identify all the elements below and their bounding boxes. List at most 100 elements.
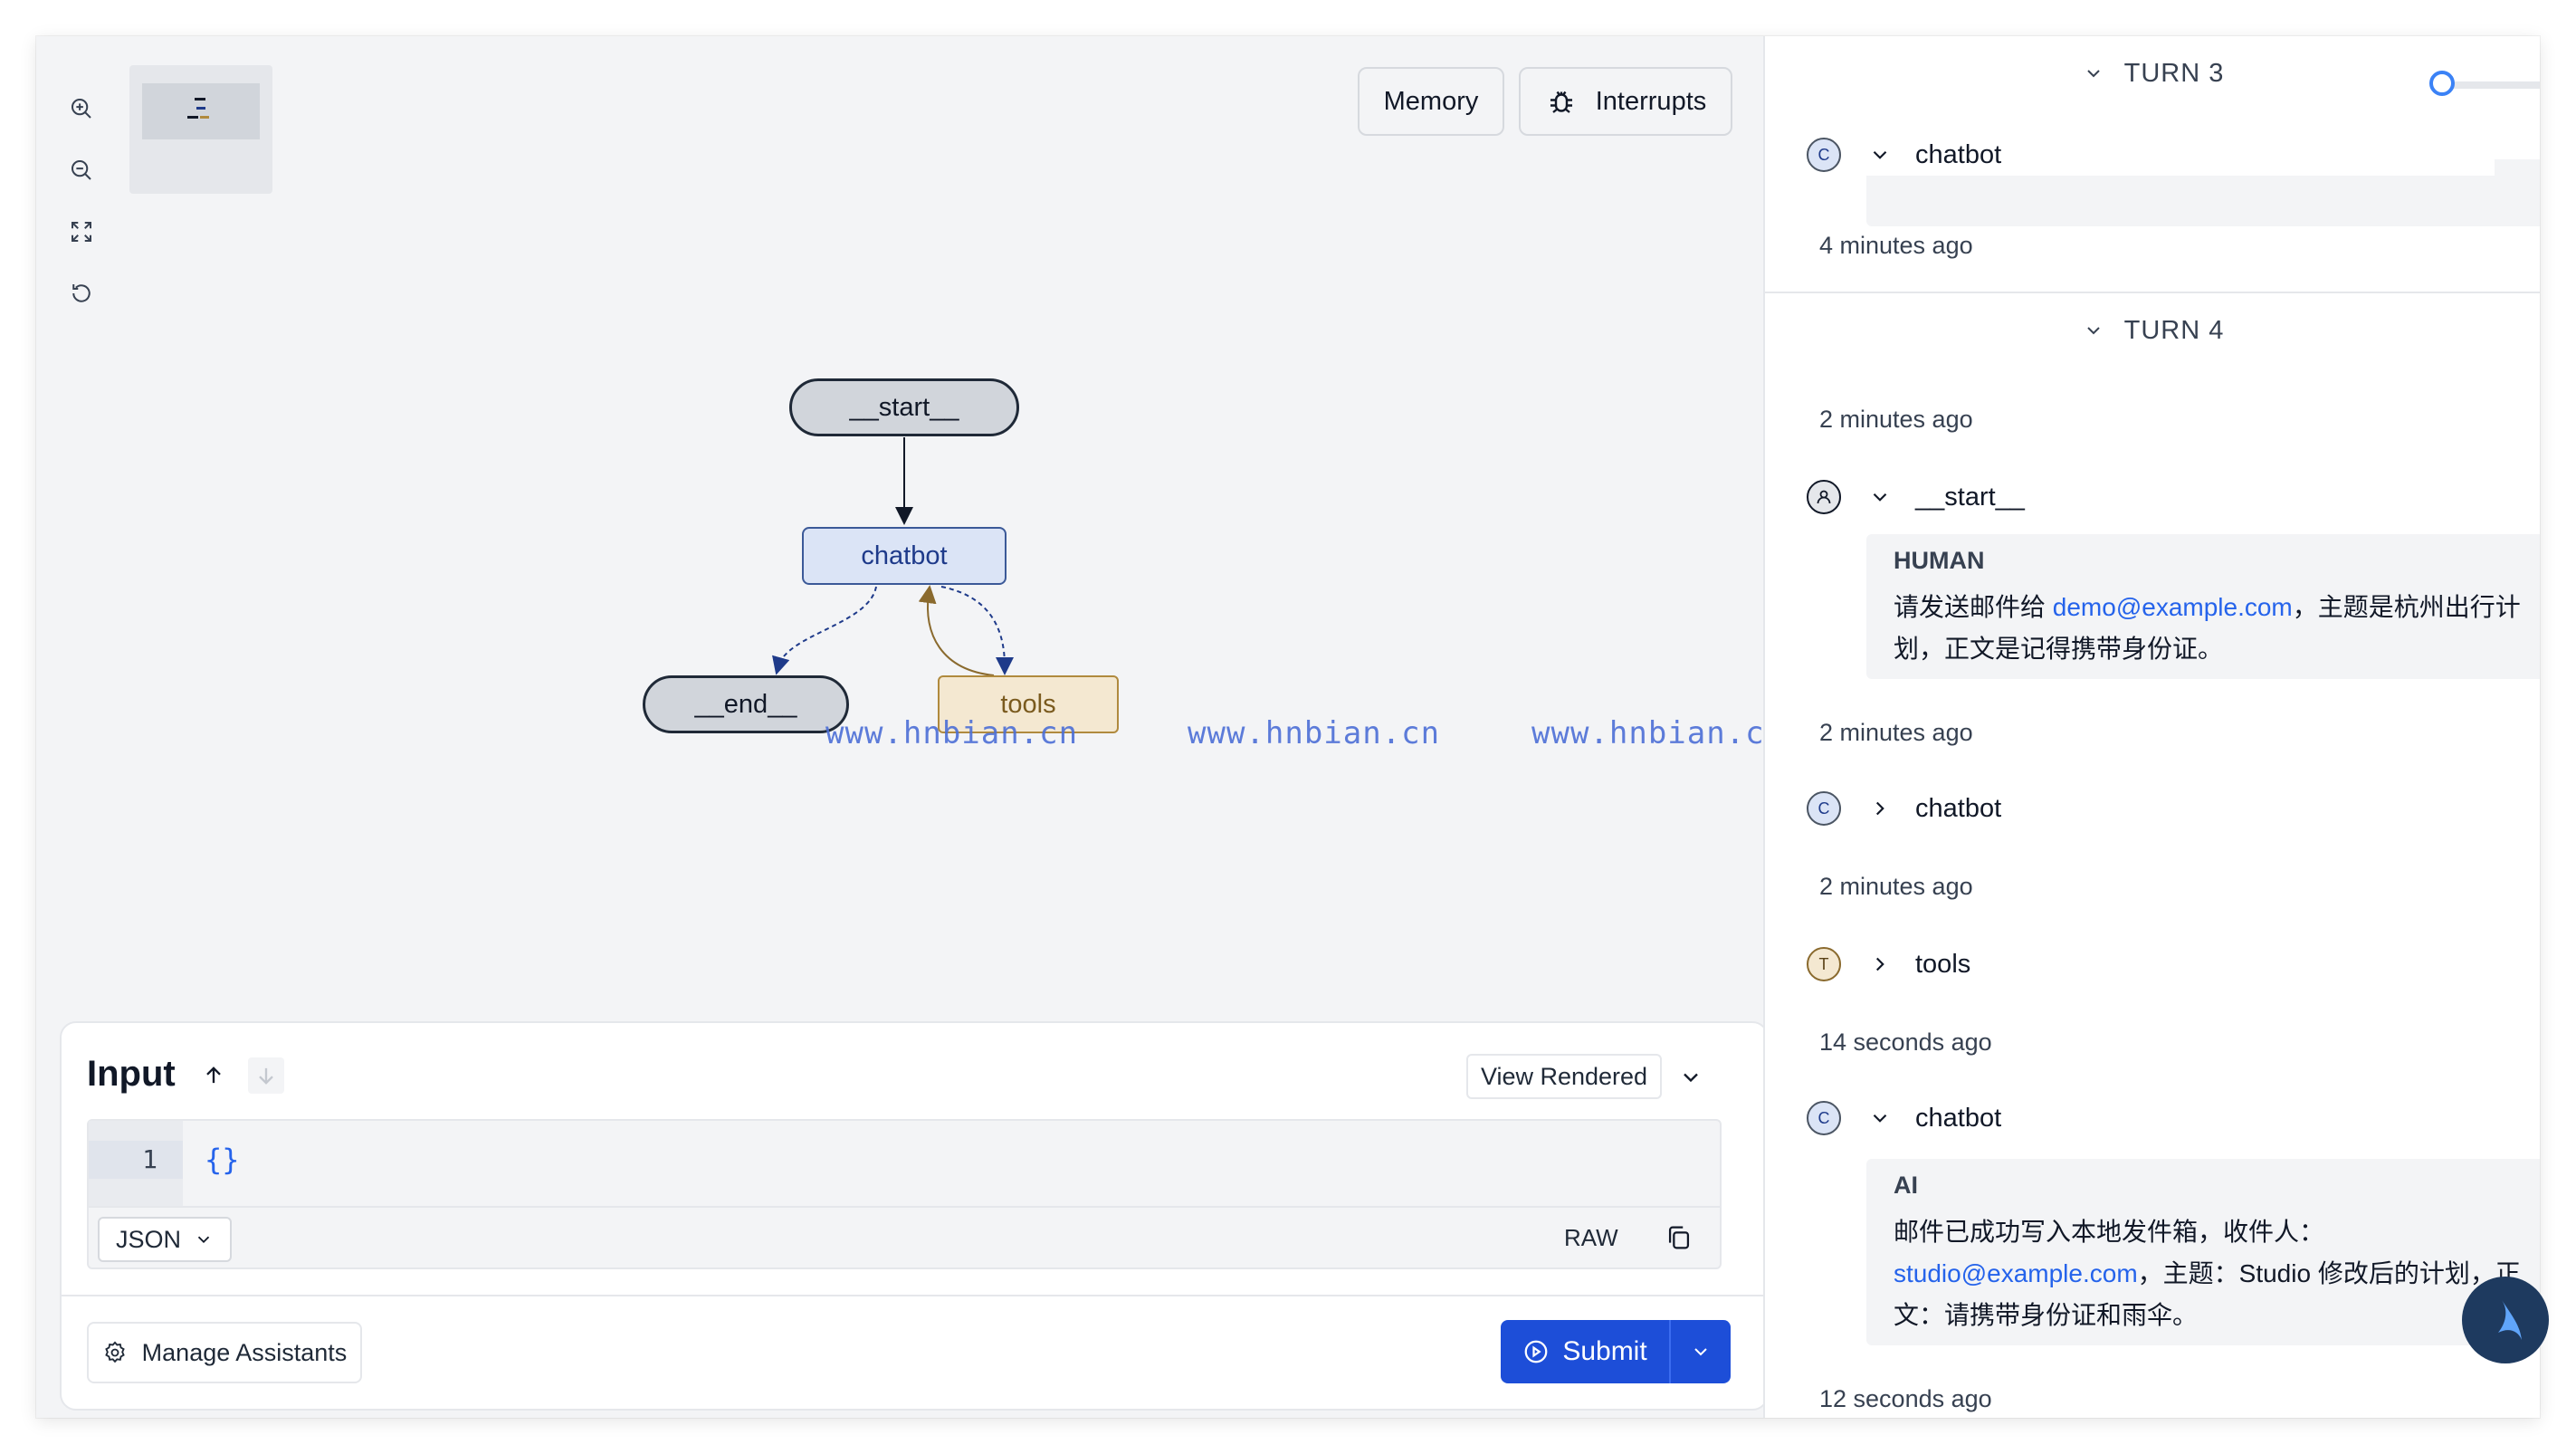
chatbot-badge: C	[1807, 1101, 1841, 1135]
message-text: 邮件已成功写入本地发件箱，收件人：studio@example.com，主题：S…	[1894, 1211, 2527, 1336]
turn-divider	[1765, 292, 2540, 293]
watermark-text: www.hnbian.cn	[825, 715, 1079, 751]
timestamp: 2 minutes ago	[1819, 719, 1973, 746]
message-text: 请发送邮件给 demo@example.com，主题是杭州出行计划，正文是记得携…	[1894, 587, 2527, 670]
chatbot-badge: C	[1807, 791, 1841, 826]
node-start-label: __start__	[849, 392, 959, 422]
chevron-down-icon[interactable]	[1673, 1059, 1709, 1095]
help-fab-button[interactable]	[2462, 1277, 2549, 1363]
reset-view-icon[interactable]	[63, 275, 100, 311]
play-circle-icon	[1524, 1340, 1548, 1363]
code-area[interactable]: 1 {}	[89, 1121, 1720, 1208]
edge-chatbot-end	[772, 586, 877, 675]
node-label: chatbot	[1915, 793, 2002, 823]
user-icon	[1817, 490, 1831, 504]
node-end[interactable]: __end__	[643, 675, 849, 733]
view-rendered-button[interactable]: View Rendered	[1466, 1054, 1662, 1099]
graph-edges	[772, 437, 1014, 676]
timestamp: 12 seconds ago	[1819, 1385, 1992, 1412]
line-gutter: 1	[89, 1121, 183, 1206]
node-end-label: __end__	[694, 689, 797, 719]
timestamp: 2 minutes ago	[1819, 406, 1973, 433]
edge-tools-chatbot	[918, 585, 995, 676]
timestamp: 14 seconds ago	[1819, 1028, 1992, 1056]
minimap-viewport	[142, 83, 260, 139]
node-label: __start__	[1915, 482, 2025, 512]
message-role: HUMAN	[1894, 547, 1985, 574]
timestamp: 4 minutes ago	[1819, 232, 1973, 259]
chevron-down-icon	[2086, 70, 2100, 78]
turn-4-header[interactable]: TURN 4	[1765, 308, 2540, 353]
turn-4-label: TURN 4	[2123, 315, 2225, 345]
arrow-up-icon[interactable]	[196, 1057, 232, 1094]
chevron-down-icon	[197, 1236, 210, 1244]
memory-button[interactable]: Memory	[1358, 67, 1504, 136]
chevron-down-icon	[2086, 327, 2100, 335]
turn-3-header[interactable]: TURN 3	[1765, 51, 2540, 96]
input-panel: Input View Rendered 1 {} JSON RAW Manage…	[60, 1021, 1769, 1411]
thread-panel[interactable]: TURN 3 得携带身份证。 C chatbot 4 minutes ago T…	[1763, 36, 2540, 1418]
ai-message: AI 邮件已成功写入本地发件箱，收件人：studio@example.com，主…	[1866, 1159, 2540, 1345]
chevron-right-icon	[1875, 957, 1884, 971]
chevron-down-icon	[1694, 1348, 1707, 1356]
human-message: HUMAN 请发送邮件给 demo@example.com，主题是杭州出行计划，…	[1866, 534, 2540, 679]
code-text[interactable]: {}	[205, 1143, 240, 1177]
format-select-label: JSON	[115, 1225, 181, 1253]
node-label: tools	[1915, 949, 1971, 979]
human-badge	[1807, 480, 1841, 514]
timeline-slider-handle[interactable]	[2429, 71, 2455, 96]
arrow-down-icon[interactable]	[248, 1057, 284, 1094]
input-title: Input	[87, 1054, 176, 1094]
turn-4-tools-row[interactable]: T tools	[1807, 943, 1970, 985]
interrupts-button[interactable]: Interrupts	[1519, 67, 1732, 136]
active-line-highlight	[89, 1141, 183, 1179]
minimap[interactable]	[129, 65, 272, 194]
zoom-in-icon[interactable]	[63, 91, 100, 127]
tools-badge: T	[1807, 947, 1841, 981]
node-start[interactable]: __start__	[789, 378, 1019, 436]
copy-icon[interactable]	[1664, 1222, 1694, 1253]
email-link[interactable]: demo@example.com	[2053, 593, 2293, 621]
watermark-text: www.hnbian.cn	[1531, 715, 1785, 751]
graph-canvas[interactable]: Memory Interrupts __start__ chatbot __en…	[36, 36, 1783, 1418]
turn-4-chatbot2-row[interactable]: C chatbot	[1807, 1097, 2001, 1139]
watermark-text: www.hnbian.cn	[1188, 715, 1441, 751]
fit-view-icon[interactable]	[63, 214, 100, 250]
chevron-right-icon	[1875, 801, 1884, 816]
bug-icon	[1550, 91, 1572, 113]
timestamp: 2 minutes ago	[1819, 873, 1973, 900]
node-chatbot[interactable]: chatbot	[802, 527, 1007, 585]
turn-3-label: TURN 3	[2123, 58, 2225, 88]
node-label: chatbot	[1915, 139, 2002, 169]
panel-divider	[62, 1295, 1767, 1296]
chevron-down-icon	[1873, 150, 1887, 159]
submit-label: Submit	[1562, 1336, 1647, 1366]
gear-icon	[104, 1341, 125, 1363]
submit-button-group: Submit	[1501, 1320, 1731, 1383]
chevron-down-icon	[1873, 493, 1887, 502]
app-window: Memory Interrupts __start__ chatbot __en…	[36, 36, 2540, 1418]
line-number: 1	[142, 1144, 157, 1174]
interrupts-button-label: Interrupts	[1595, 86, 1707, 116]
email-link[interactable]: studio@example.com	[1894, 1259, 2138, 1287]
manage-assistants-button[interactable]: Manage Assistants	[87, 1322, 362, 1383]
chevron-down-icon	[1873, 1114, 1887, 1123]
node-label: chatbot	[1915, 1103, 2002, 1133]
format-select[interactable]: JSON	[98, 1217, 232, 1262]
turn-3-chatbot-row[interactable]: C chatbot	[1807, 134, 2495, 176]
submit-options-button[interactable]	[1671, 1320, 1731, 1383]
turn-4-start-row[interactable]: __start__	[1807, 476, 2025, 518]
submit-button[interactable]: Submit	[1501, 1320, 1671, 1383]
edge-chatbot-tools	[940, 586, 1014, 675]
turn-4-chatbot-row[interactable]: C chatbot	[1807, 788, 2001, 829]
node-chatbot-label: chatbot	[861, 540, 948, 570]
zoom-out-icon[interactable]	[63, 152, 100, 188]
message-text-part: 请发送邮件给	[1894, 593, 2053, 621]
message-text-part: 邮件已成功写入本地发件箱，收件人：	[1894, 1218, 2325, 1246]
manage-assistants-label: Manage Assistants	[141, 1338, 348, 1366]
json-editor[interactable]: 1 {} JSON RAW	[87, 1119, 1722, 1269]
raw-toggle[interactable]: RAW	[1564, 1224, 1618, 1252]
message-role: AI	[1894, 1172, 1918, 1199]
chatbot-badge: C	[1807, 138, 1841, 172]
memory-button-label: Memory	[1383, 86, 1479, 116]
